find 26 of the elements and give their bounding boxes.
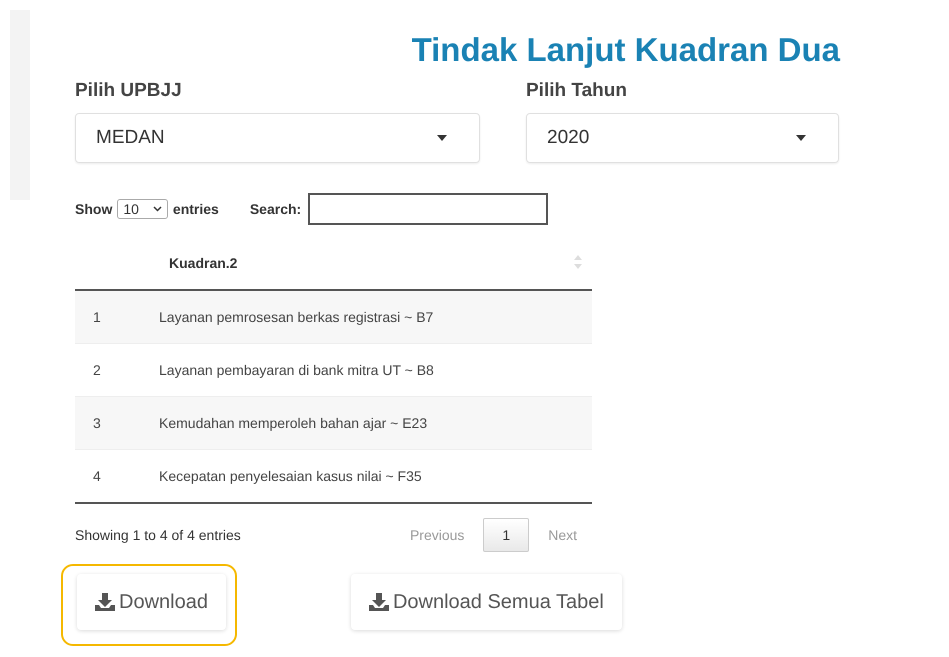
table-cell: 4 <box>75 450 159 503</box>
table-cell: Kecepatan penyelesaian kasus nilai ~ F35 <box>159 450 592 503</box>
caret-icon <box>437 135 447 141</box>
search-field[interactable] <box>308 193 548 225</box>
table-cell: 1 <box>75 290 159 344</box>
filter-label: Pilih Tahun <box>526 80 628 102</box>
sort-icon <box>574 255 582 269</box>
download-icon <box>368 593 389 611</box>
dropdown[interactable]: MEDAN <box>75 113 480 163</box>
dropdown[interactable]: 2020 <box>526 113 839 163</box>
page-title: Tindak Lanjut Kuadran Dua <box>410 30 840 70</box>
chevron-icon <box>152 206 162 212</box>
search-label: Search: <box>250 201 302 217</box>
table-cell: 3 <box>75 396 159 450</box>
table-cell: Layanan pemrosesan berkas registrasi ~ B7 <box>159 290 592 344</box>
show-label: Show <box>75 201 112 217</box>
filter-label: Pilih UPBJJ <box>75 80 183 102</box>
page-size-select[interactable]: 10 <box>117 199 168 219</box>
table-info: Showing 1 to 4 of 4 entries <box>75 527 241 543</box>
download-button[interactable]: Download Semua Tabel <box>350 574 622 630</box>
download-button[interactable]: Download <box>77 574 226 630</box>
entries-label: entries <box>172 201 219 217</box>
table-cell: Kemudahan memperoleh bahan ajar ~ E23 <box>159 396 592 450</box>
caret-icon <box>796 135 806 141</box>
download-icon <box>95 593 115 611</box>
page-button[interactable]: 1 <box>483 518 530 552</box>
